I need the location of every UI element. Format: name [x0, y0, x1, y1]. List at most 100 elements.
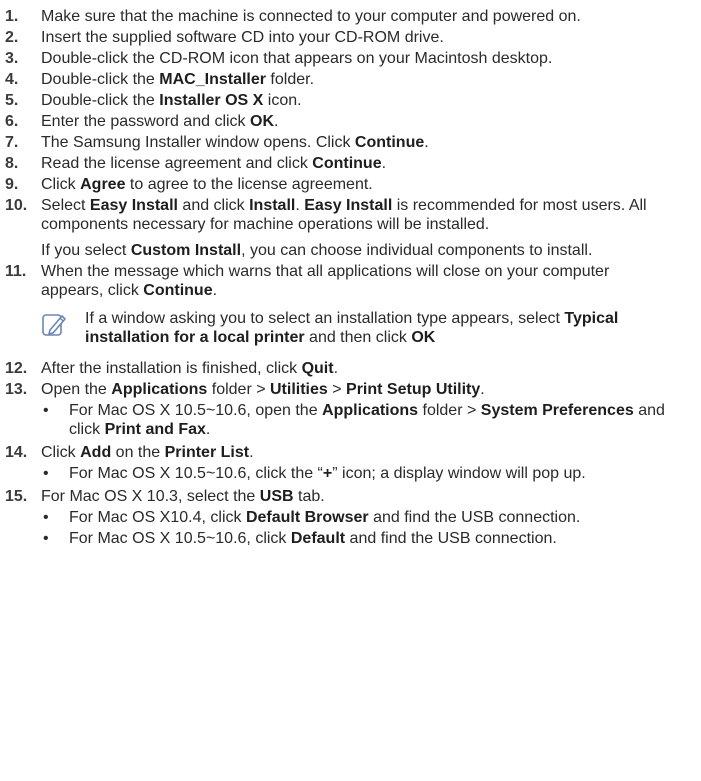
step-sentence: After the installation is finished, clic…	[41, 359, 675, 378]
step-text: Make sure that the machine is connected …	[41, 7, 675, 26]
step-number: 4.	[5, 71, 19, 88]
step-sentence: The Samsung Installer window opens. Clic…	[41, 133, 675, 152]
step-text: After the installation is finished, clic…	[41, 359, 675, 378]
step-number: 6.	[5, 113, 19, 130]
sub-bullet-item: • For Mac OS X 10.5~10.6, click the “+” i…	[41, 464, 675, 483]
text-segment: For Mac OS X 10.5~10.6, open the	[69, 402, 323, 419]
text-segment: .	[205, 421, 211, 438]
text-segment: and find the USB connection.	[368, 509, 581, 526]
text-segment: Make sure that the machine is connected …	[41, 8, 581, 25]
note-box: If a window asking you to select an inst…	[41, 309, 675, 347]
bold-term: Applications	[111, 381, 208, 398]
bold-term: Quit	[301, 360, 334, 377]
text-segment: to agree to the license agreement.	[125, 176, 373, 193]
step-text: Click Agree to agree to the license agre…	[41, 175, 675, 194]
step-sentence: Read the license agreement and click Con…	[41, 154, 675, 173]
bold-term: Continue	[143, 282, 213, 299]
step-number: 11.	[5, 263, 27, 280]
bold-term: Applications	[322, 402, 419, 419]
bold-term: Utilities	[270, 381, 328, 398]
bold-term: Easy Install	[89, 197, 178, 214]
step-number: 9.	[5, 176, 19, 193]
step-item: 11. When the message which warns that all…	[5, 262, 675, 357]
text-segment: .	[295, 197, 305, 214]
sub-bullet-list: • For Mac OS X10.4, click Default Browser…	[41, 508, 675, 548]
step-number: 14.	[5, 444, 28, 461]
bold-term: Print Setup Utility	[346, 381, 481, 398]
step-item: 14. Click Add on the Printer List. • For Ma…	[5, 443, 675, 485]
sub-bullet-item: • For Mac OS X 10.5~10.6, open the Applic…	[41, 401, 675, 439]
step-text: Double-click the MAC_Installer folder.	[41, 70, 675, 89]
text-segment: If a window asking you to select an inst…	[85, 310, 565, 327]
text-segment: Double-click the	[41, 92, 160, 109]
bullet-text: For Mac OS X 10.5~10.6, open the Applica…	[69, 401, 675, 439]
step-text: Double-click the CD-ROM icon that appear…	[41, 49, 675, 68]
text-segment: Insert the supplied software CD into you…	[41, 29, 444, 46]
step-number: 15.	[5, 488, 28, 505]
text-segment: on the	[111, 444, 165, 461]
step-item: 13. Open the Applications folder > Utilit…	[5, 380, 675, 441]
bullet-dot: •	[43, 530, 49, 547]
text-segment: folder >	[418, 402, 481, 419]
text-segment: folder.	[265, 71, 315, 88]
text-segment: For Mac OS X10.4, click	[69, 509, 246, 526]
step-item: 15. For Mac OS X 10.3, select the USB tab…	[5, 487, 675, 550]
step-item: 12. After the installation is finished, c…	[5, 359, 675, 378]
installation-steps: 1. Make sure that the machine is connecte…	[0, 0, 701, 550]
text-segment: >	[327, 381, 347, 398]
text-segment: .	[212, 282, 218, 299]
step-text: For Mac OS X 10.3, select the USB tab. • F…	[41, 487, 675, 550]
bold-term: System Preferences	[480, 402, 634, 419]
sub-bullet-list: • For Mac OS X 10.5~10.6, click the “+” i…	[41, 464, 675, 483]
step-number: 3.	[5, 50, 19, 67]
step-number: 2.	[5, 29, 19, 46]
step-item: 4. Double-click the MAC_Installer folder.	[5, 70, 675, 89]
step-text: Double-click the Installer OS X icon.	[41, 91, 675, 110]
bold-term: Agree	[80, 176, 126, 193]
step-number: 10.	[5, 197, 28, 214]
text-segment: .	[249, 444, 254, 461]
note-text: If a window asking you to select an inst…	[85, 309, 675, 347]
bold-term: Installer OS X	[159, 92, 264, 109]
bullet-dot: •	[43, 509, 49, 526]
text-segment: .	[381, 155, 387, 172]
text-segment: .	[333, 360, 339, 377]
text-segment: For Mac OS X 10.5~10.6, click the “	[69, 465, 323, 482]
text-segment: and click	[177, 197, 250, 214]
text-segment: Enter the password and click	[41, 113, 250, 130]
text-segment: Open the	[41, 381, 112, 398]
bullet-dot: •	[43, 402, 49, 419]
bullet-dot: •	[43, 465, 49, 482]
bold-term: +	[322, 465, 333, 482]
bold-term: Continue	[354, 134, 425, 151]
step-item: 5. Double-click the Installer OS X icon.	[5, 91, 675, 110]
text-segment: ” icon; a display window will pop up.	[332, 465, 586, 482]
step-text: Select Easy Install and click Install. E…	[41, 196, 675, 260]
step-sentence: For Mac OS X 10.3, select the USB tab.	[41, 487, 675, 506]
step-sentence: Enter the password and click OK.	[41, 112, 675, 131]
step-number: 12.	[5, 360, 28, 377]
text-segment: After the installation is finished, clic…	[41, 360, 302, 377]
step-number: 8.	[5, 155, 19, 172]
step-item: 7. The Samsung Installer window opens. Cl…	[5, 133, 675, 152]
step-extra-paragraph: If you select Custom Install, you can ch…	[41, 241, 675, 260]
text-segment: icon.	[263, 92, 302, 109]
step-sentence: Make sure that the machine is connected …	[41, 7, 675, 26]
step-item: 9. Click Agree to agree to the license ag…	[5, 175, 675, 194]
text-segment: and then click	[304, 329, 412, 346]
bold-term: Print and Fax	[104, 421, 206, 438]
step-sentence: Select Easy Install and click Install. E…	[41, 196, 675, 234]
step-sentence: Insert the supplied software CD into you…	[41, 28, 675, 47]
text-segment: Click	[41, 444, 81, 461]
text-segment: For Mac OS X 10.5~10.6, click	[69, 530, 291, 547]
text-segment: Read the license agreement and click	[41, 155, 313, 172]
step-item: 2. Insert the supplied software CD into y…	[5, 28, 675, 47]
text-segment: , you can choose individual components t…	[241, 242, 593, 259]
step-text: The Samsung Installer window opens. Clic…	[41, 133, 675, 152]
step-item: 6. Enter the password and click OK.	[5, 112, 675, 131]
step-sentence: Double-click the CD-ROM icon that appear…	[41, 49, 675, 68]
step-number: 7.	[5, 134, 19, 151]
bold-term: Default Browser	[245, 509, 369, 526]
step-sentence: Double-click the MAC_Installer folder.	[41, 70, 675, 89]
text-segment: tab.	[293, 488, 325, 505]
